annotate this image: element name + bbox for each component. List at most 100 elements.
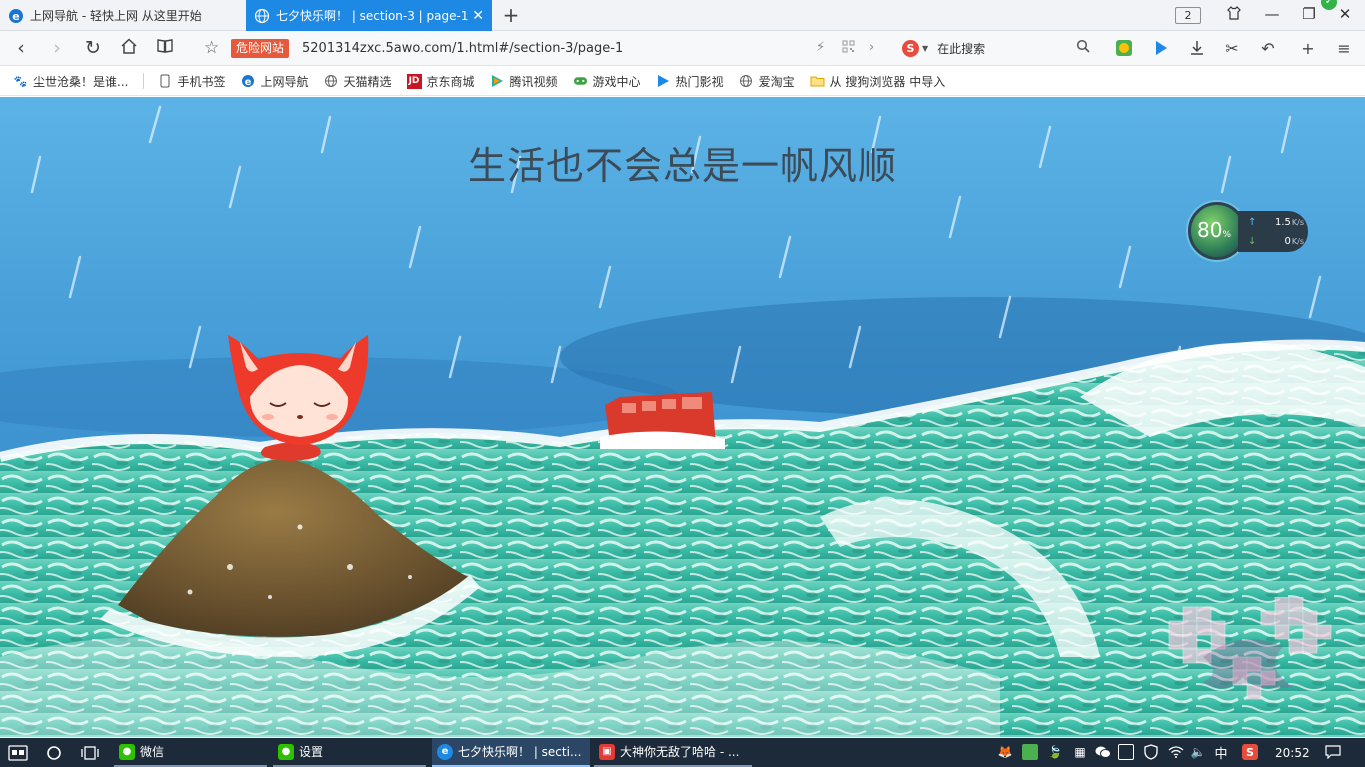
task-view-icon[interactable] [80,738,100,767]
video-icon [490,74,505,89]
minimize-button[interactable]: — [1261,5,1283,23]
new-tab-button[interactable]: + [500,3,522,27]
bookmark-label: 京东商城 [426,74,475,89]
bookmark-label: 游戏中心 [592,74,641,89]
start-button[interactable] [8,738,28,767]
taskbar-app-label: 微信 [140,745,165,759]
tray-network-icon[interactable]: ▦ [1072,744,1088,760]
gamepad-icon [573,74,588,89]
close-window-button[interactable]: ✕ [1334,5,1356,23]
notification-icon[interactable] [1325,744,1341,760]
download-arrow-icon: ↓ [1248,236,1257,247]
ie-icon: e [240,74,255,89]
chevron-down-icon[interactable]: ▼ [922,44,928,53]
bookmarks-bar: 🐾 尘世沧桑！是谁... 手机书签 e 上网导航 天猫精选 JD 京东商城 腾讯… [0,67,1365,96]
qr-code-icon[interactable] [842,40,855,57]
phone-icon [157,74,172,89]
danger-site-badge[interactable]: 危险网站 [231,39,290,58]
taskbar-app-settings[interactable]: ● 设置 [273,738,426,767]
shirt-skin-icon[interactable] [1223,5,1245,25]
tab-title: 七夕快乐啊！ | section-3 | page-1 [276,9,469,23]
ie-icon: e [8,8,24,24]
wechat-icon: ● [278,743,294,760]
back-button[interactable]: ‹ [10,37,32,59]
volume-icon[interactable]: 🔈 [1190,744,1206,760]
page-content: 生活也不会总是一帆风顺 80% ↑ 1.5K/s ↓ 0K/s [0,97,1365,737]
search-input[interactable]: 在此搜索 [937,40,985,57]
undo-icon[interactable]: ↶ [1258,38,1278,58]
download-icon[interactable] [1187,38,1207,58]
chevron-right-icon[interactable]: › [869,40,874,55]
bookmark-item[interactable]: 游戏中心 [573,73,641,90]
menu-icon[interactable]: ≡ [1334,38,1354,58]
taskbar-app-wechat[interactable]: ● 微信 [114,738,267,767]
sogou-ime-icon[interactable]: S [1242,744,1258,760]
divider [143,73,145,89]
bookmark-label: 尘世沧桑！是谁... [33,74,129,89]
search-box[interactable]: S ▼ 在此搜索 [897,37,1094,60]
home-button[interactable] [118,37,140,60]
address-toolbar: ‹ › ↻ ☆ 危险网站 5201314zxc.5awo.com/1.html#… [0,31,1365,66]
network-speed-widget[interactable]: 80% ↑ 1.5K/s ↓ 0K/s [1188,202,1308,260]
restore-button[interactable]: ❐ [1298,5,1320,23]
video-play-icon[interactable] [1151,38,1171,58]
refresh-button[interactable]: ↻ [82,37,104,59]
tray-nvidia-icon[interactable] [1022,744,1038,760]
speed-panel: ↑ 1.5K/s ↓ 0K/s [1238,211,1308,252]
star-icon[interactable]: ☆ [204,38,219,58]
cat-icon: 🐾 [13,74,28,88]
watercolor-sea-illustration [0,97,1365,737]
sogou-icon[interactable]: S [902,40,919,57]
tray-shield-icon[interactable] [1143,744,1159,760]
search-icon[interactable] [1076,39,1090,57]
bookmark-label: 天猫精选 [343,74,392,89]
scissors-icon[interactable]: ✂ [1222,38,1242,58]
tray-fox-icon[interactable]: 🦊 [997,744,1013,760]
tray-wechat-icon[interactable] [1095,744,1111,760]
upload-arrow-icon: ↑ [1248,217,1257,228]
ime-indicator[interactable]: 中 [1213,744,1229,762]
pixel-butterfly-overlay [1168,597,1332,700]
forward-button[interactable]: › [46,37,68,59]
folder-icon [810,74,825,89]
windows-taskbar: ● 微信 ● 设置 e 七夕快乐啊！ | secti... ▣ 大神你无敌了哈哈… [0,738,1365,767]
bookmark-item[interactable]: 从 搜狗浏览器 中导入 [810,73,946,90]
tab-count-button[interactable]: 2 [1175,7,1201,24]
bookmark-label: 从 搜狗浏览器 中导入 [829,74,946,89]
add-icon[interactable]: + [1298,38,1318,58]
url-field[interactable]: 5201314zxc.5awo.com/1.html#/section-3/pa… [302,41,623,56]
bookmark-item[interactable]: 天猫精选 [323,73,392,90]
memory-percent: 80% [1197,218,1232,242]
close-icon[interactable]: ✕ [472,8,484,24]
bookmark-item[interactable]: 热门影视 [656,73,724,90]
taskbar-app-label: 大神你无敌了哈哈 - ... [620,745,740,759]
tray-window-icon[interactable] [1118,744,1134,760]
bookmark-item[interactable]: 腾讯视频 [490,73,558,90]
extension-app-icon[interactable] [1114,38,1134,58]
page-heading: 生活也不会总是一帆风顺 [467,144,897,188]
download-speed: ↓ 0K/s [1248,236,1304,247]
lightning-icon[interactable]: ⚡ [816,40,825,55]
globe-icon [739,74,754,89]
clock[interactable]: 20:52 [1275,738,1310,767]
bookmark-item[interactable]: 手机书签 [157,73,225,90]
bookmark-item[interactable]: JD 京东商城 [406,73,475,90]
taskbar-app-browser[interactable]: e 七夕快乐啊！ | secti... [432,738,590,767]
reader-button[interactable] [154,37,176,60]
bookmark-item[interactable]: 爱淘宝 [739,73,795,90]
bookmark-item[interactable]: 🐾 尘世沧桑！是谁... [13,73,129,90]
bookmark-label: 爱淘宝 [758,74,795,89]
taskbar-app-chat[interactable]: ▣ 大神你无敌了哈哈 - ... [594,738,752,767]
bookmark-item[interactable]: e 上网导航 [240,73,308,90]
svg-text:e: e [245,77,252,88]
tab-navigation[interactable]: e 上网导航 - 轻快上网 从这里开始 [0,0,245,31]
wifi-icon[interactable] [1168,744,1184,760]
play-icon [656,74,671,89]
cortana-circle-icon[interactable] [46,738,62,767]
tab-title: 上网导航 - 轻快上网 从这里开始 [30,9,202,23]
tray-leaf-icon[interactable]: 🍃 [1047,744,1063,760]
taskbar-app-label: 七夕快乐啊！ | secti... [458,745,582,759]
tab-current-page[interactable]: 七夕快乐啊！ | section-3 | page-1 ✕ [246,0,492,31]
globe-icon [254,8,270,24]
red-bus-in-water [600,392,725,449]
